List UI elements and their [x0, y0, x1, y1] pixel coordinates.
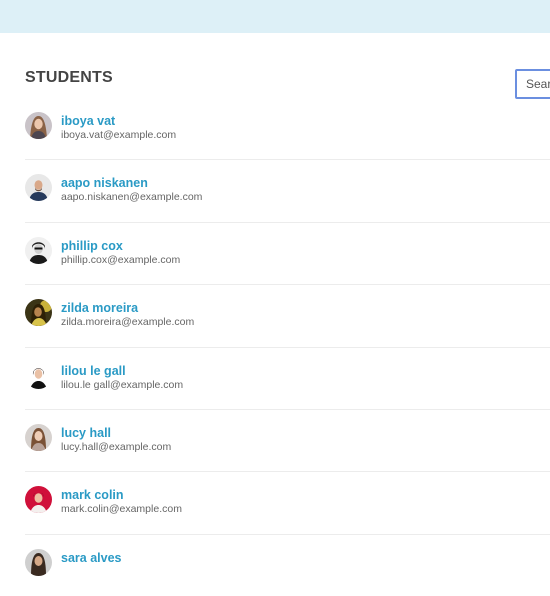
student-email: mark.colin@example.com [61, 503, 182, 516]
student-row[interactable]: lilou le gall lilou.le gall@example.com [25, 348, 550, 410]
page-title: STUDENTS [25, 69, 113, 86]
student-row[interactable]: zilda moreira zilda.moreira@example.com [25, 285, 550, 348]
man-portrait-avatar-icon[interactable] [25, 236, 52, 264]
student-row[interactable]: iboya vat iboya.vat@example.com [25, 98, 550, 161]
student-name[interactable]: iboya vat [61, 114, 115, 128]
student-name[interactable]: phillip cox [61, 239, 123, 253]
student-name[interactable]: lilou le gall [61, 364, 126, 378]
search-input[interactable] [515, 69, 550, 99]
student-row[interactable]: phillip cox phillip.cox@example.com [25, 223, 550, 286]
woman-portrait-avatar-icon[interactable] [25, 548, 52, 576]
student-row[interactable]: mark colin mark.colin@example.com [25, 472, 550, 535]
student-row[interactable]: sara alves [25, 535, 550, 596]
student-name[interactable]: sara alves [61, 551, 121, 565]
student-email: lucy.hall@example.com [61, 440, 172, 453]
student-name[interactable]: mark colin [61, 488, 124, 502]
student-email: zilda.moreira@example.com [61, 316, 195, 329]
student-list: iboya vat iboya.vat@example.com aapo nis… [0, 98, 550, 596]
top-bar [0, 0, 550, 33]
man-portrait-avatar-icon[interactable] [25, 486, 52, 514]
woman-portrait-avatar-icon[interactable] [25, 112, 52, 139]
student-row[interactable]: lucy hall lucy.hall@example.com [25, 410, 550, 473]
student-row[interactable]: aapo niskanen aapo.niskanen@example.com [25, 160, 550, 223]
woman-portrait-avatar-icon[interactable] [25, 423, 52, 451]
student-email: lilou.le gall@example.com [61, 378, 184, 391]
student-name[interactable]: aapo niskanen [61, 176, 148, 190]
student-email: aapo.niskanen@example.com [61, 191, 203, 204]
woman-portrait-avatar-icon[interactable] [25, 361, 52, 389]
student-name[interactable]: zilda moreira [61, 301, 138, 315]
student-name[interactable]: lucy hall [61, 426, 111, 440]
student-email: iboya.vat@example.com [61, 129, 177, 141]
man-portrait-avatar-icon[interactable] [25, 174, 52, 202]
woman-portrait-avatar-icon[interactable] [25, 299, 52, 327]
student-email: phillip.cox@example.com [61, 253, 181, 266]
